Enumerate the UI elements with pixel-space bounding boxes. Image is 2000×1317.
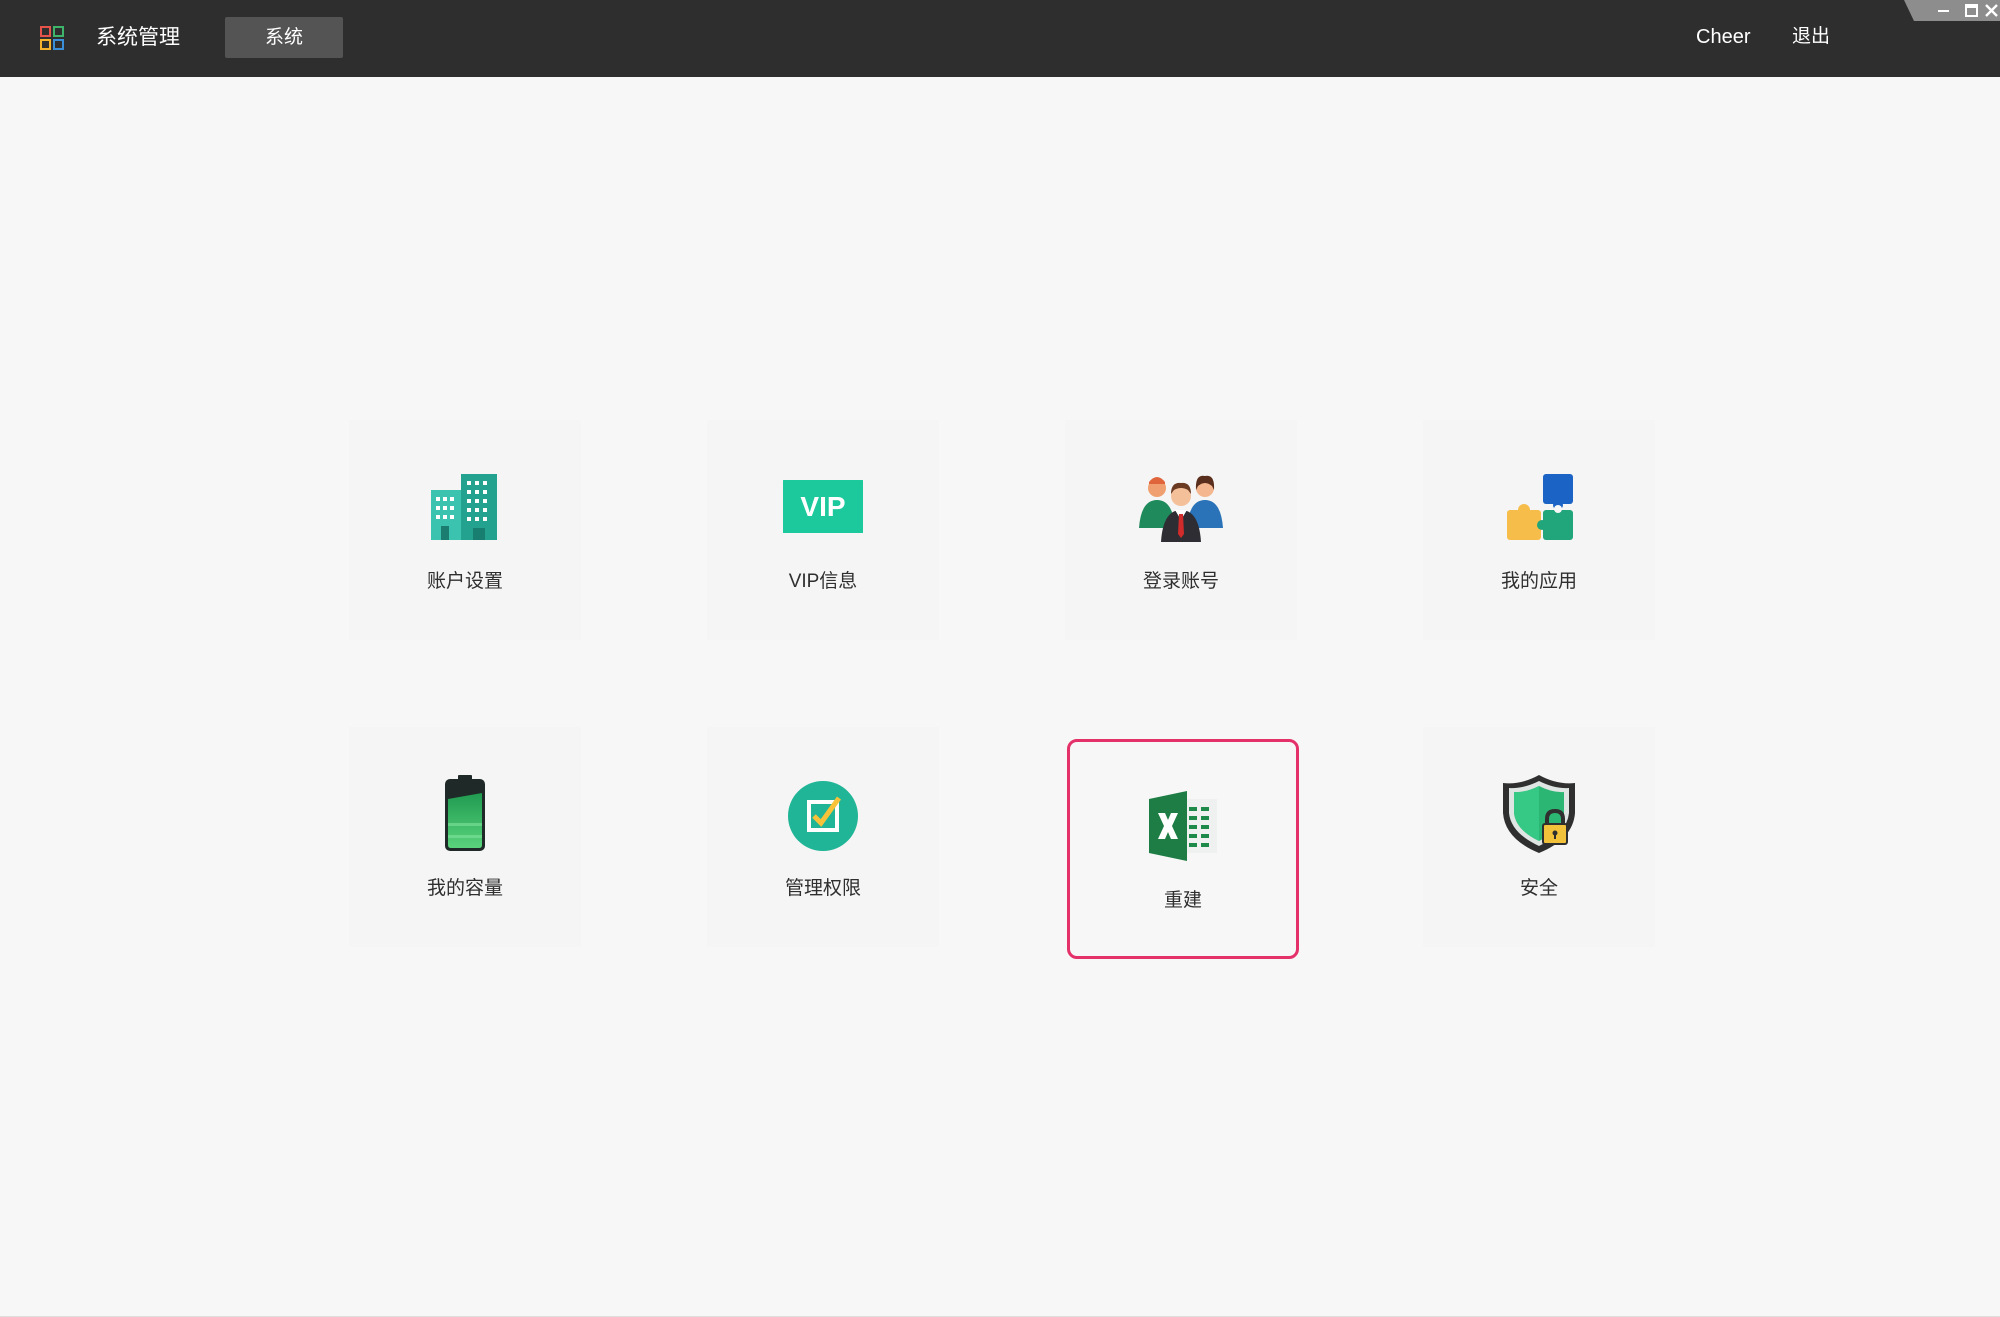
shield-lock-icon <box>1499 773 1579 853</box>
tab-system[interactable]: 系统 <box>225 17 343 58</box>
app-grid-icon[interactable] <box>40 26 64 50</box>
top-bar: 系统管理 系统 Cheer 退出 <box>0 0 2000 77</box>
tile-label: 安全 <box>1519 878 1558 899</box>
tile-vip-info[interactable]: VIP VIP信息 <box>707 420 939 640</box>
logout-button[interactable]: 退出 <box>1792 23 1830 51</box>
user-name-link[interactable]: Cheer <box>1696 23 1750 51</box>
maximize-icon[interactable] <box>1962 1 1982 21</box>
minimize-icon[interactable] <box>1934 1 1954 21</box>
tile-security[interactable]: 安全 <box>1423 727 1655 947</box>
tile-label: VIP信息 <box>788 571 858 592</box>
tile-label: 管理权限 <box>784 878 861 899</box>
tile-label: 重建 <box>1163 890 1202 911</box>
tile-manage-permissions[interactable]: 管理权限 <box>707 727 939 947</box>
window-controls <box>1904 0 2000 21</box>
tile-my-apps[interactable]: 我的应用 <box>1423 420 1655 640</box>
tile-label: 账户设置 <box>426 571 503 592</box>
vip-icon: VIP <box>780 466 866 546</box>
tile-label: 我的应用 <box>1500 571 1577 592</box>
checkbox-icon <box>783 773 863 853</box>
tile-label: 我的容量 <box>426 878 503 899</box>
tile-label: 登录账号 <box>1142 571 1219 592</box>
app-title: 系统管理 <box>96 26 180 49</box>
building-icon <box>425 466 505 546</box>
tile-login-account[interactable]: 登录账号 <box>1065 420 1297 640</box>
vip-icon-text: VIP <box>800 491 845 522</box>
puzzle-icon <box>1499 466 1579 546</box>
battery-icon <box>425 773 505 853</box>
people-icon <box>1139 466 1223 546</box>
tile-account-settings[interactable]: 账户设置 <box>349 420 581 640</box>
excel-icon <box>1143 785 1223 865</box>
tile-my-capacity[interactable]: 我的容量 <box>349 727 581 947</box>
tile-rebuild[interactable]: 重建 <box>1067 739 1299 959</box>
close-icon[interactable] <box>1982 1 2000 21</box>
